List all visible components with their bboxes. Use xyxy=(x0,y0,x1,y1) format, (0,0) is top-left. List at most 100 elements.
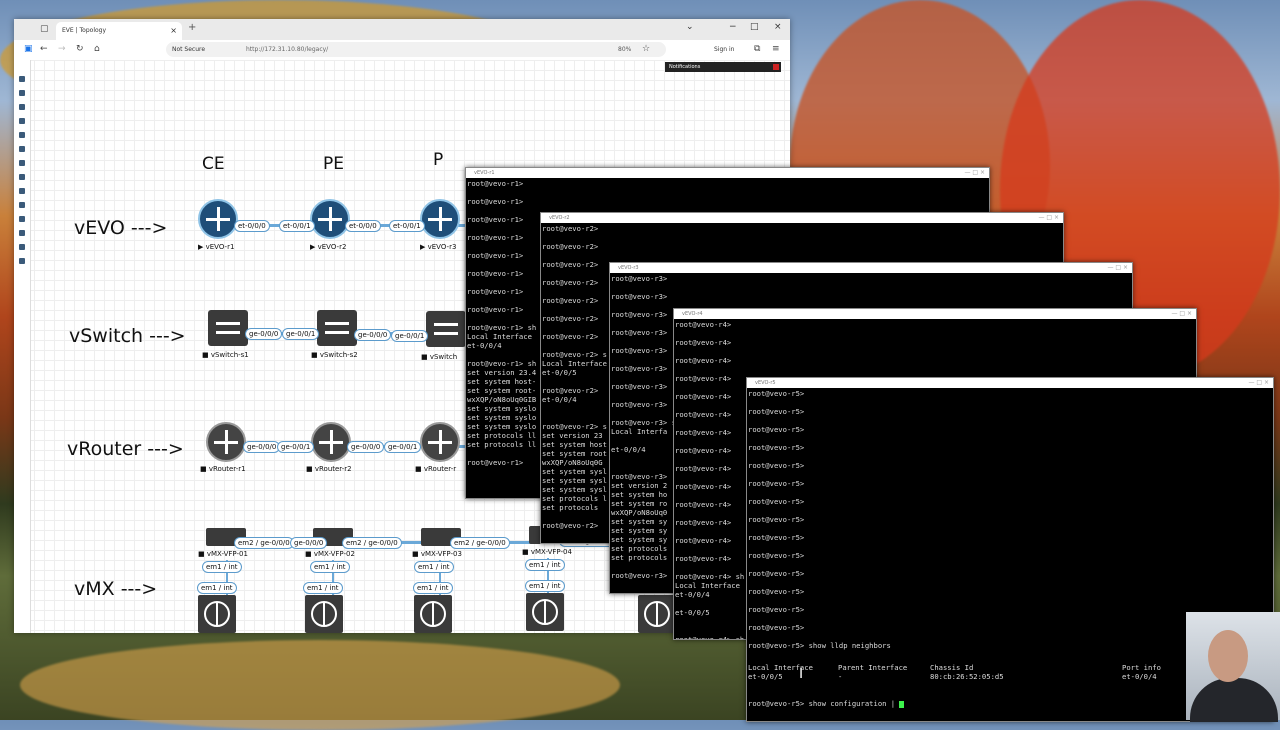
router-icon[interactable] xyxy=(310,199,350,239)
add-icon[interactable] xyxy=(19,76,25,82)
text-icon[interactable] xyxy=(19,132,25,138)
sign-in-button[interactable]: Sign in xyxy=(714,46,734,53)
interface-label[interactable]: em1 / int xyxy=(202,561,242,573)
interface-label[interactable]: em1 / int xyxy=(525,580,565,592)
browser-tab[interactable]: EVE | Topology × xyxy=(56,22,182,40)
node-label[interactable]: ▶ vEVO-r3 xyxy=(420,243,456,251)
router-icon[interactable] xyxy=(420,199,460,239)
interface-label[interactable]: et-0/0/1 xyxy=(389,220,425,232)
sidebar-icon[interactable]: ▣ xyxy=(24,44,33,54)
interface-label[interactable]: ge-0/0/0 xyxy=(354,329,392,341)
vmx-vcp-icon[interactable] xyxy=(198,595,236,633)
back-icon[interactable]: ← xyxy=(40,44,48,54)
interface-label[interactable]: ge-0/0/0 xyxy=(347,441,385,453)
terminal-line: root@vevo-r4> xyxy=(675,320,732,329)
node-label[interactable]: ■ vRouter-r2 xyxy=(306,465,352,473)
zoom-icon[interactable] xyxy=(19,174,25,180)
menu-icon[interactable]: ≡ xyxy=(772,44,780,54)
node-label[interactable]: ▶ vEVO-r1 xyxy=(198,243,234,251)
close-window-icon[interactable]: × xyxy=(774,22,782,32)
interface-label[interactable]: em1 / int xyxy=(525,559,565,571)
interface-label[interactable]: em1 / int xyxy=(413,582,453,594)
favorite-icon[interactable]: ☆ xyxy=(642,44,650,54)
interface-label[interactable]: em2 / ge-0/0/0 xyxy=(342,537,402,549)
window-controls[interactable]: — □ × xyxy=(1107,263,1128,273)
notifications-bar[interactable]: Notifications xyxy=(665,62,781,72)
url-field[interactable]: Not Secure http://172.31.10.80/legacy/ xyxy=(166,42,666,57)
node-label[interactable]: ■ vSwitch-s2 xyxy=(311,351,358,359)
refresh-icon[interactable]: ↻ xyxy=(76,44,84,54)
interface-label[interactable]: ge-0/0/1 xyxy=(391,330,429,342)
interface-label[interactable]: em1 / int xyxy=(310,561,350,573)
interface-label[interactable]: em1 / int xyxy=(303,582,343,594)
extensions-icon[interactable]: ⧉ xyxy=(754,44,760,54)
window-controls[interactable]: — □ × xyxy=(964,168,985,178)
status-icon[interactable] xyxy=(19,188,25,194)
command-prompt[interactable]: root@vevo-r5> show configuration | xyxy=(748,699,905,708)
interface-label[interactable]: ge-0/0/0 xyxy=(245,328,283,340)
dark-mode-icon[interactable] xyxy=(19,230,25,236)
terminal-title-bar[interactable]: vEVO-r5 — □ × xyxy=(747,378,1273,388)
vmx-vcp-icon[interactable] xyxy=(414,595,452,633)
close-tab-icon[interactable]: × xyxy=(170,22,177,40)
logout-icon[interactable] xyxy=(19,258,25,264)
node-label[interactable]: ■ vMX-VFP-03 xyxy=(412,550,462,558)
chevron-down-icon[interactable]: ⌄ xyxy=(686,22,694,32)
minimize-icon[interactable]: − xyxy=(729,22,737,32)
router-icon[interactable] xyxy=(206,422,246,462)
tab-actions-icon[interactable]: ▢ xyxy=(40,24,49,34)
node-label[interactable]: ■ vRouter-r1 xyxy=(200,465,246,473)
interface-label[interactable]: ge-0/0/1 xyxy=(384,441,422,453)
terminal-title-bar[interactable]: vEVO-r3 — □ × xyxy=(610,263,1132,273)
node-label[interactable]: ▶ vEVO-r2 xyxy=(310,243,346,251)
not-secure-label[interactable]: Not Secure xyxy=(172,42,205,57)
lock-icon[interactable] xyxy=(19,244,25,250)
interface-label[interactable]: et-0/0/0 xyxy=(345,220,381,232)
window-controls[interactable]: — □ × xyxy=(1248,378,1269,388)
interface-label[interactable]: em1 / int xyxy=(414,561,454,573)
interface-label[interactable]: ge-0/0/0 xyxy=(243,441,281,453)
node-label[interactable]: ■ vSwitch-s1 xyxy=(202,351,249,359)
router-icon[interactable] xyxy=(311,422,351,462)
terminal-title-bar[interactable]: vEVO-r4 — □ × xyxy=(674,309,1196,319)
interface-label[interactable]: em1 / int xyxy=(197,582,237,594)
vmx-vcp-icon[interactable] xyxy=(305,595,343,633)
nodes-icon[interactable] xyxy=(19,90,25,96)
interface-label[interactable]: et-0/0/1 xyxy=(279,220,315,232)
maximize-icon[interactable]: □ xyxy=(750,22,759,32)
vmx-vcp-icon[interactable] xyxy=(638,595,676,633)
window-controls[interactable]: — □ × xyxy=(1038,213,1059,223)
router-icon[interactable] xyxy=(420,422,460,462)
home-icon[interactable]: ⌂ xyxy=(94,44,100,54)
interface-label[interactable]: ge-0/0/0 xyxy=(290,537,328,549)
startup-config-icon[interactable] xyxy=(19,118,25,124)
node-label[interactable]: ■ vSwitch xyxy=(421,353,457,361)
info-icon[interactable] xyxy=(19,202,25,208)
terminal-title-bar[interactable]: vEVO-r2 — □ × xyxy=(541,213,1063,223)
interface-label[interactable]: et-0/0/0 xyxy=(234,220,270,232)
interface-label[interactable]: ge-0/0/1 xyxy=(277,441,315,453)
node-label[interactable]: ■ vMX-VFP-04 xyxy=(522,548,572,556)
vmx-vcp-icon[interactable] xyxy=(526,593,564,631)
node-label[interactable]: ■ vMX-VFP-02 xyxy=(305,550,355,558)
node-label[interactable]: ■ vRouter-r xyxy=(415,465,456,473)
new-tab-icon[interactable]: + xyxy=(188,22,196,33)
networks-icon[interactable] xyxy=(19,104,25,110)
switch-icon[interactable] xyxy=(317,310,357,346)
settings-icon[interactable] xyxy=(19,216,25,222)
terminal-title-bar[interactable]: vEVO-r1 — □ × xyxy=(466,168,989,178)
refresh-icon[interactable] xyxy=(19,160,25,166)
switch-icon[interactable] xyxy=(208,310,248,346)
window-controls[interactable]: — □ × xyxy=(1171,309,1192,319)
interface-label[interactable]: em2 / ge-0/0/0 xyxy=(234,537,294,549)
switch-icon[interactable] xyxy=(426,311,466,347)
interface-label[interactable]: em2 / ge-0/0/0 xyxy=(450,537,510,549)
list-icon[interactable] xyxy=(19,146,25,152)
node-label[interactable]: ■ vMX-VFP-01 xyxy=(198,550,248,558)
interface-label[interactable]: ge-0/0/1 xyxy=(282,328,320,340)
router-icon[interactable] xyxy=(198,199,238,239)
zoom-level[interactable]: 80% xyxy=(618,46,631,53)
terminal-line: root@vevo-r2> xyxy=(542,224,599,233)
